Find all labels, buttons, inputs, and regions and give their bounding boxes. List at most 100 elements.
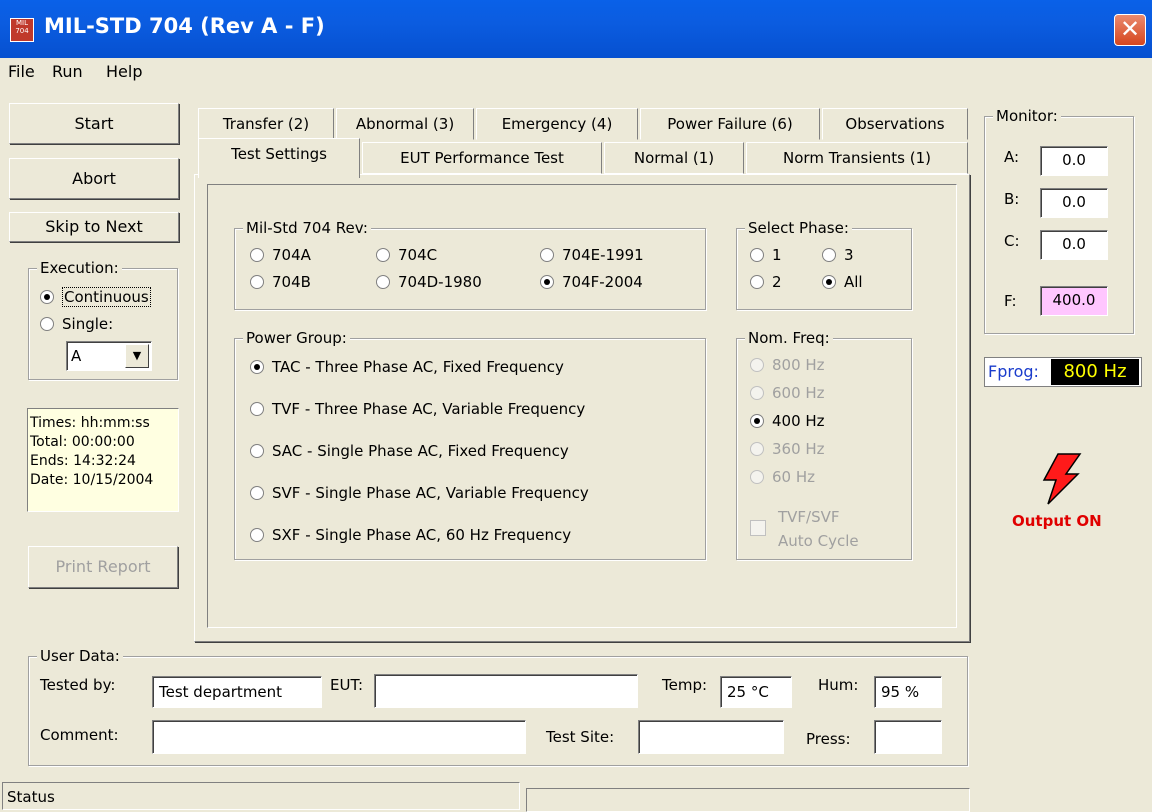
monitor-b-label: B: (1004, 190, 1020, 208)
tab-emergency[interactable]: Emergency (4) (476, 108, 638, 140)
menu-file[interactable]: File (8, 62, 35, 81)
radio-icon (40, 290, 54, 304)
radio-icon (822, 248, 836, 262)
press-input[interactable] (874, 720, 942, 754)
single-select[interactable]: A ▼ (66, 341, 152, 371)
times-date: Date: 10/15/2004 (30, 472, 154, 488)
phase-group: Select Phase: (736, 219, 912, 310)
radio-icon (750, 442, 764, 456)
start-button[interactable]: Start (9, 103, 179, 144)
title-bar[interactable]: MIL 704 MIL-STD 704 (Rev A - F) ✕ (0, 0, 1152, 58)
temp-label: Temp: (662, 676, 708, 694)
radio-icon (40, 317, 54, 331)
tab-power-failure[interactable]: Power Failure (6) (640, 108, 820, 140)
radio-icon (750, 386, 764, 400)
radio-icon (822, 275, 836, 289)
window-title: MIL-STD 704 (Rev A - F) (44, 14, 325, 38)
times-total: Total: 00:00:00 (30, 434, 135, 450)
monitor-b-value: 0.0 (1040, 188, 1108, 218)
rev-group: Mil-Std 704 Rev: (234, 219, 706, 310)
status-progress (526, 788, 970, 812)
tab-observations[interactable]: Observations (822, 108, 968, 140)
power-sac-radio[interactable]: SAC - Single Phase AC, Fixed Frequency (250, 442, 569, 460)
freq-600-radio[interactable]: 600 Hz (750, 384, 825, 402)
rev-704e-radio[interactable]: 704E-1991 (540, 246, 644, 264)
radio-icon (250, 360, 264, 374)
radio-icon (250, 486, 264, 500)
rev-704c-radio[interactable]: 704C (376, 246, 437, 264)
abort-button[interactable]: Abort (9, 158, 179, 199)
auto-cycle-label-2: Auto Cycle (778, 532, 859, 550)
comment-label: Comment: (40, 726, 119, 744)
test-site-input[interactable] (638, 720, 784, 754)
press-label: Press: (806, 730, 851, 748)
rev-704f-radio[interactable]: 704F-2004 (540, 273, 643, 291)
monitor-a-label: A: (1004, 148, 1020, 166)
monitor-c-label: C: (1004, 232, 1020, 250)
auto-cycle-checkbox[interactable] (750, 520, 766, 536)
rev-704a-radio[interactable]: 704A (250, 246, 311, 264)
radio-icon (376, 248, 390, 262)
radio-icon (250, 402, 264, 416)
radio-icon (376, 275, 390, 289)
rev-704b-radio[interactable]: 704B (250, 273, 311, 291)
menu-help[interactable]: Help (106, 62, 142, 81)
rev-704d-radio[interactable]: 704D-1980 (376, 273, 482, 291)
monitor-title: Monitor: (993, 107, 1061, 125)
hum-label: Hum: (818, 676, 859, 694)
phase-3-radio[interactable]: 3 (822, 246, 854, 264)
continuous-radio[interactable]: Continuous (40, 287, 151, 307)
radio-icon (750, 470, 764, 484)
rev-title: Mil-Std 704 Rev: (243, 219, 371, 237)
monitor-c-value: 0.0 (1040, 230, 1108, 260)
skip-to-next-button[interactable]: Skip to Next (9, 212, 179, 242)
power-title: Power Group: (243, 329, 350, 347)
phase-1-radio[interactable]: 1 (750, 246, 782, 264)
freq-800-radio[interactable]: 800 Hz (750, 356, 825, 374)
eut-input[interactable] (374, 674, 638, 708)
times-panel: Times: hh:mm:ss Total: 00:00:00 Ends: 14… (27, 408, 179, 512)
comment-input[interactable] (152, 720, 526, 754)
radio-icon (750, 275, 764, 289)
power-tac-radio[interactable]: TAC - Three Phase AC, Fixed Frequency (250, 358, 564, 376)
freq-title: Nom. Freq: (745, 329, 833, 347)
menu-bar: File Run Help (0, 58, 1152, 88)
tab-norm-transients[interactable]: Norm Transients (1) (746, 142, 968, 174)
temp-input[interactable]: 25 °C (720, 676, 792, 708)
dropdown-arrow-icon[interactable]: ▼ (125, 344, 149, 368)
monitor-f-label: F: (1004, 292, 1017, 310)
print-report-button[interactable]: Print Report (28, 546, 178, 588)
tab-abnormal[interactable]: Abnormal (3) (336, 108, 474, 140)
hum-input[interactable]: 95 % (874, 676, 942, 708)
radio-icon (540, 248, 554, 262)
power-tvf-radio[interactable]: TVF - Three Phase AC, Variable Frequency (250, 400, 585, 418)
tested-by-input[interactable]: Test department (152, 676, 322, 708)
freq-60-radio[interactable]: 60 Hz (750, 468, 815, 486)
radio-icon (250, 248, 264, 262)
output-status: Output ON (1012, 512, 1102, 530)
tab-transfer[interactable]: Transfer (2) (198, 108, 334, 140)
freq-400-radio[interactable]: 400 Hz (750, 412, 825, 430)
menu-run[interactable]: Run (52, 62, 83, 81)
single-radio[interactable]: Single: (40, 315, 113, 333)
phase-all-radio[interactable]: All (822, 273, 863, 291)
freq-360-radio[interactable]: 360 Hz (750, 440, 825, 458)
tab-normal[interactable]: Normal (1) (604, 142, 744, 174)
radio-icon (750, 414, 764, 428)
test-site-label: Test Site: (546, 728, 615, 746)
monitor-f-value: 400.0 (1040, 286, 1108, 316)
tab-eut-performance[interactable]: EUT Performance Test (362, 142, 602, 174)
times-header: Times: hh:mm:ss (30, 415, 150, 431)
monitor-a-value: 0.0 (1040, 146, 1108, 176)
radio-icon (250, 444, 264, 458)
lightning-icon (1042, 453, 1082, 505)
radio-icon (250, 528, 264, 542)
radio-icon (540, 275, 554, 289)
phase-2-radio[interactable]: 2 (750, 273, 782, 291)
tab-test-settings[interactable]: Test Settings (198, 138, 360, 178)
close-button[interactable]: ✕ (1114, 14, 1146, 46)
power-sxf-radio[interactable]: SXF - Single Phase AC, 60 Hz Frequency (250, 526, 571, 544)
tested-by-label: Tested by: (40, 676, 116, 694)
radio-icon (750, 248, 764, 262)
power-svf-radio[interactable]: SVF - Single Phase AC, Variable Frequenc… (250, 484, 589, 502)
